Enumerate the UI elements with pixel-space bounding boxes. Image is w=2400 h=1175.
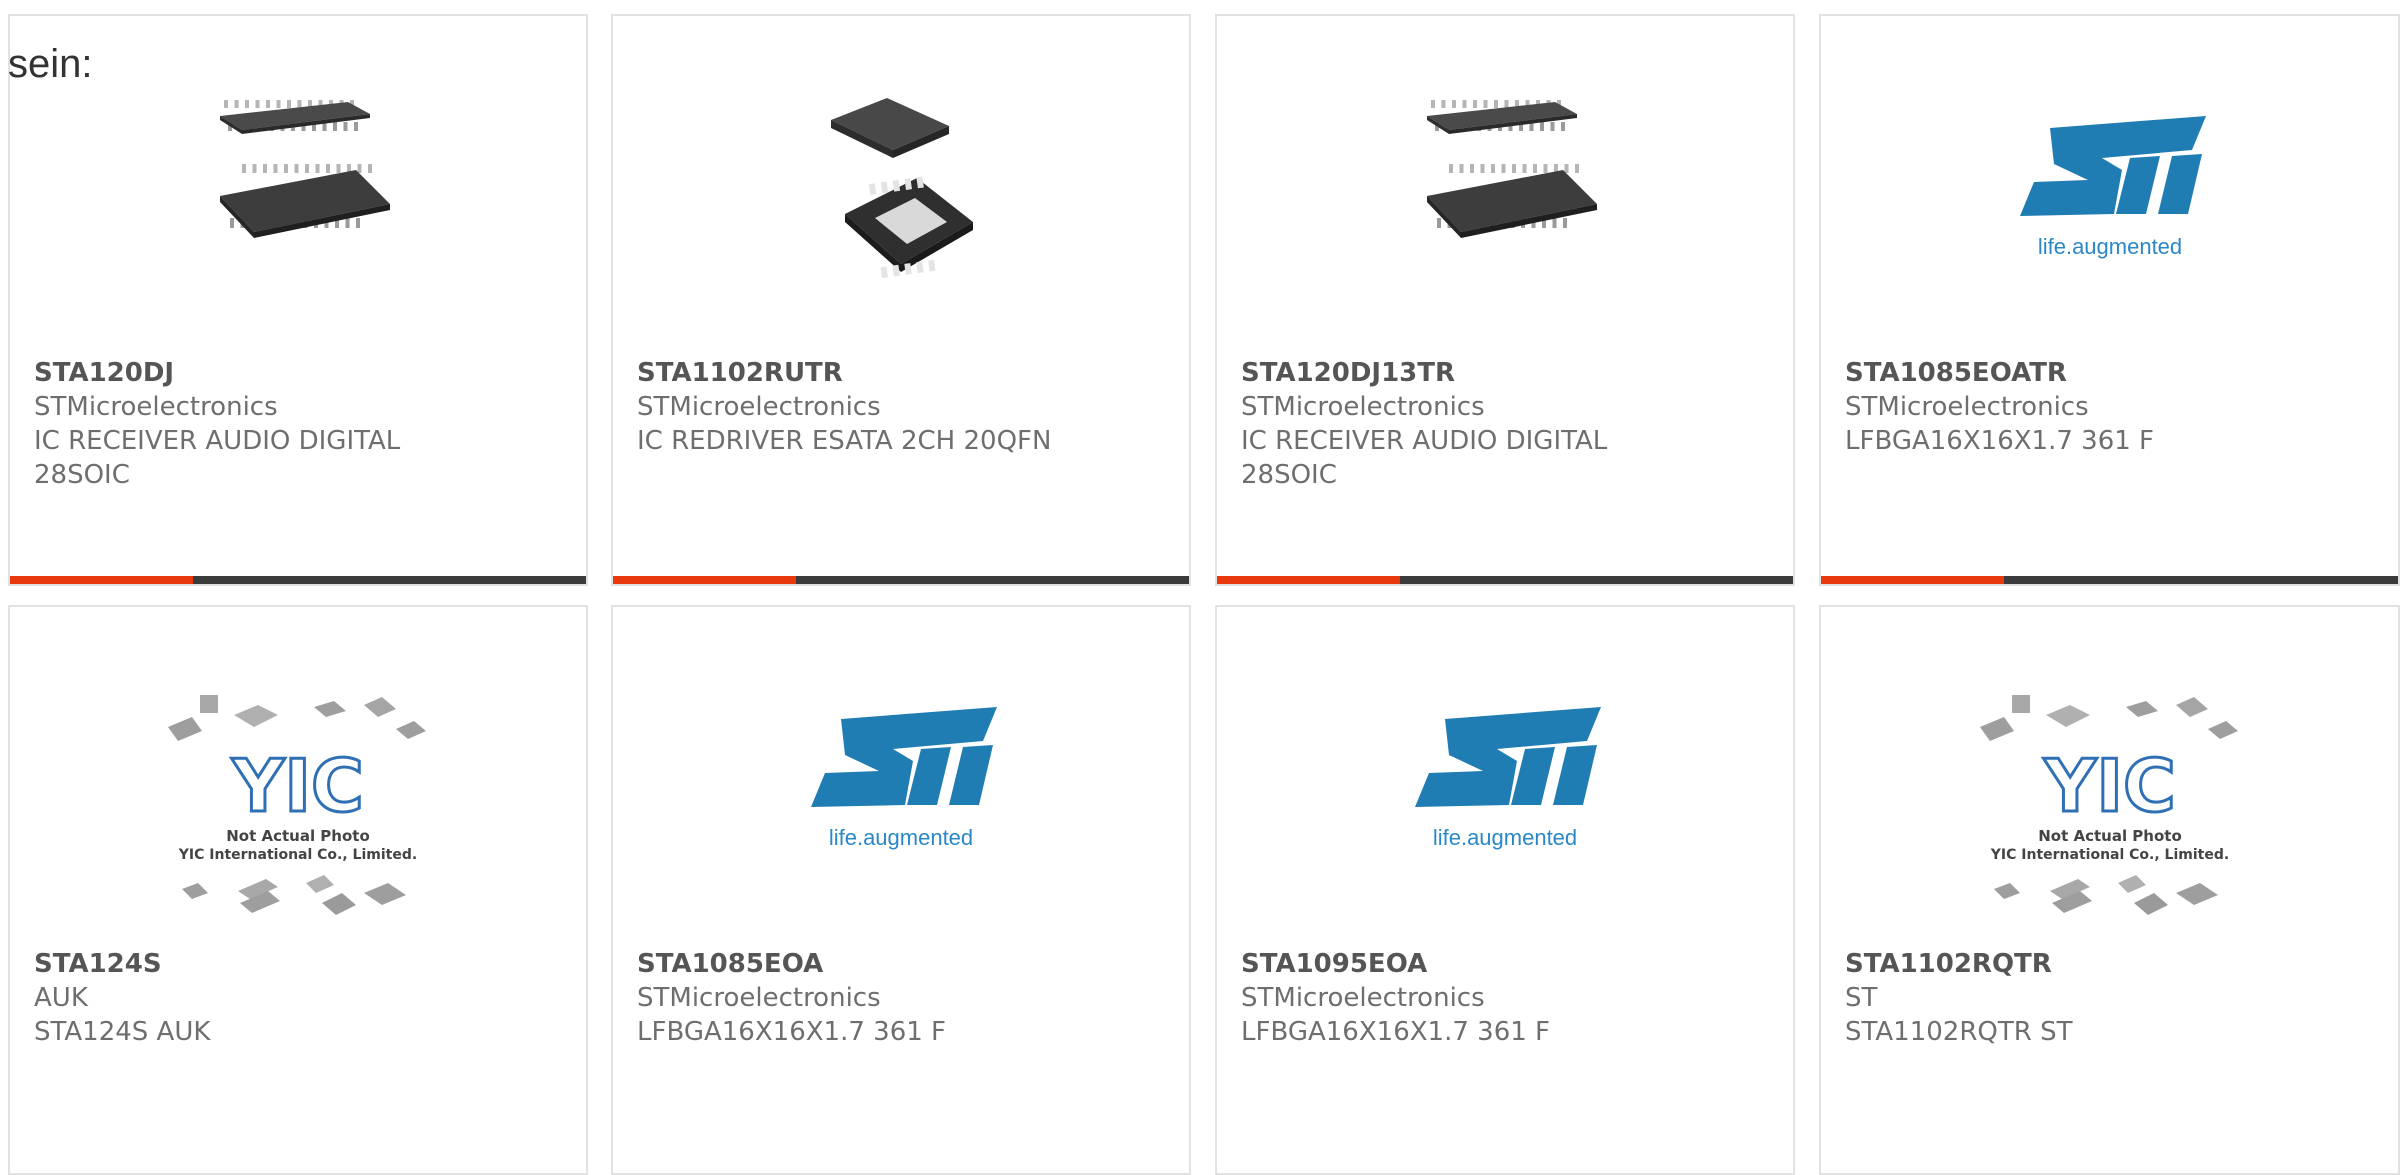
- product-image[interactable]: [198, 86, 398, 286]
- product-info: STA124S AUK STA124S AUK: [34, 947, 566, 1049]
- part-number[interactable]: STA1085EOATR: [1845, 356, 2378, 390]
- product-card[interactable]: YIC Not Actual Photo YIC International C…: [1819, 605, 2400, 1175]
- product-info: STA120DJ STMicroelectronics IC RECEIVER …: [34, 356, 566, 492]
- part-number[interactable]: STA120DJ: [34, 356, 566, 390]
- manufacturer: STMicroelectronics: [1241, 983, 1485, 1013]
- description: IC RECEIVER AUDIO DIGITAL 28SOIC: [1241, 426, 1608, 490]
- product-image[interactable]: YIC Not Actual Photo YIC International C…: [168, 687, 428, 927]
- product-info: STA1085EOA STMicroelectronics LFBGA16X16…: [637, 947, 1169, 1049]
- st-logo-icon: life.augmented: [1415, 707, 1601, 850]
- product-image[interactable]: life.augmented: [1405, 677, 1605, 877]
- description: LFBGA16X16X1.7 361 F: [1845, 426, 2155, 456]
- svg-text:YIC International Co., Limited: YIC International Co., Limited.: [178, 847, 417, 863]
- description: IC REDRIVER ESATA 2CH 20QFN: [637, 426, 1052, 456]
- part-number[interactable]: STA1085EOA: [637, 947, 1169, 981]
- soic-chip-icon: [220, 100, 390, 238]
- svg-text:life.augmented: life.augmented: [829, 825, 973, 850]
- svg-text:life.augmented: life.augmented: [1433, 825, 1577, 850]
- description: LFBGA16X16X1.7 361 F: [637, 1017, 947, 1047]
- product-grid: STA120DJ STMicroelectronics IC RECEIVER …: [8, 14, 2400, 1175]
- part-number[interactable]: STA1095EOA: [1241, 947, 1773, 981]
- intro-text: sein:: [8, 42, 93, 86]
- svg-text:YIC International Co., Limited: YIC International Co., Limited.: [1989, 847, 2228, 863]
- product-info: STA120DJ13TR STMicroelectronics IC RECEI…: [1241, 356, 1773, 492]
- product-card[interactable]: YIC Not Actual Photo YIC International C…: [8, 605, 588, 1175]
- description: STA1102RQTR ST: [1845, 1017, 2073, 1047]
- manufacturer: STMicroelectronics: [1845, 392, 2089, 422]
- description: STA124S AUK: [34, 1017, 211, 1047]
- st-logo-icon: life.augmented: [811, 707, 997, 850]
- svg-text:Not Actual Photo: Not Actual Photo: [2038, 827, 2182, 845]
- manufacturer: STMicroelectronics: [1241, 392, 1485, 422]
- part-number[interactable]: STA120DJ13TR: [1241, 356, 1773, 390]
- manufacturer: STMicroelectronics: [637, 983, 881, 1013]
- manufacturer: ST: [1845, 983, 1878, 1013]
- card-bar-accent: [613, 576, 796, 584]
- manufacturer: STMicroelectronics: [637, 392, 881, 422]
- card-bar-accent: [1217, 576, 1400, 584]
- product-card[interactable]: life.augmented STA1095EOA STMicroelectro…: [1215, 605, 1795, 1175]
- yic-placeholder-icon: YIC Not Actual Photo YIC International C…: [1979, 695, 2238, 915]
- svg-text:Not Actual Photo: Not Actual Photo: [226, 827, 370, 845]
- st-logo-icon: life.augmented: [2019, 116, 2206, 259]
- yic-placeholder-icon: YIC Not Actual Photo YIC International C…: [168, 695, 426, 915]
- part-number[interactable]: STA1102RUTR: [637, 356, 1169, 390]
- svg-text:life.augmented: life.augmented: [2037, 234, 2181, 259]
- part-number[interactable]: STA1102RQTR: [1845, 947, 2378, 981]
- card-bar: [1821, 576, 2398, 584]
- svg-text:YIC: YIC: [2043, 744, 2176, 828]
- description: IC RECEIVER AUDIO DIGITAL 28SOIC: [34, 426, 401, 490]
- manufacturer: STMicroelectronics: [34, 392, 278, 422]
- product-card[interactable]: STA120DJ STMicroelectronics IC RECEIVER …: [8, 14, 588, 586]
- part-number[interactable]: STA124S: [34, 947, 566, 981]
- product-image[interactable]: life.augmented: [801, 677, 1001, 877]
- card-bar-accent: [1821, 576, 2004, 584]
- description: LFBGA16X16X1.7 361 F: [1241, 1017, 1551, 1047]
- product-info: STA1085EOATR STMicroelectronics LFBGA16X…: [1845, 356, 2378, 458]
- product-info: STA1102RQTR ST STA1102RQTR ST: [1845, 947, 2378, 1049]
- card-bar: [613, 576, 1189, 584]
- product-card[interactable]: STA120DJ13TR STMicroelectronics IC RECEI…: [1215, 14, 1795, 586]
- svg-text:YIC: YIC: [231, 744, 364, 828]
- product-card[interactable]: life.augmented STA1085EOA STMicroelectro…: [611, 605, 1191, 1175]
- card-bar: [1217, 576, 1793, 584]
- product-image[interactable]: [1405, 86, 1605, 286]
- product-card[interactable]: STA1102RUTR STMicroelectronics IC REDRIV…: [611, 14, 1191, 586]
- product-card[interactable]: life.augmented STA1085EOATR STMicroelect…: [1819, 14, 2400, 586]
- card-bar: [10, 576, 586, 584]
- product-info: STA1095EOA STMicroelectronics LFBGA16X16…: [1241, 947, 1773, 1049]
- manufacturer: AUK: [34, 983, 88, 1013]
- product-image[interactable]: [801, 86, 1001, 286]
- product-image[interactable]: life.augmented: [2010, 86, 2210, 286]
- card-bar-accent: [10, 576, 193, 584]
- product-info: STA1102RUTR STMicroelectronics IC REDRIV…: [637, 356, 1169, 458]
- product-image[interactable]: YIC Not Actual Photo YIC International C…: [1979, 687, 2240, 927]
- qfn-chip-icon: [831, 98, 973, 279]
- soic-chip-icon: [1427, 100, 1597, 238]
